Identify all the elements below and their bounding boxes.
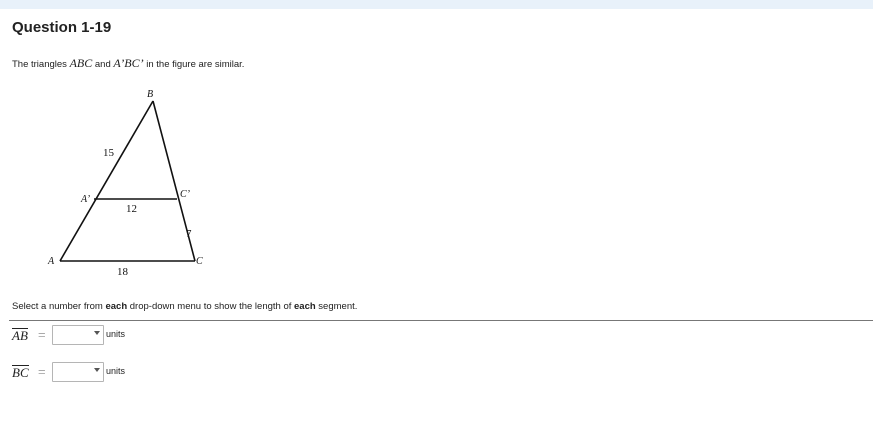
units-label: units xyxy=(106,366,126,376)
length-a-prime-c-prime: 12 xyxy=(126,203,137,215)
equals-sign: = xyxy=(38,327,46,342)
equals-sign: = xyxy=(38,364,46,379)
length-a-c: 18 xyxy=(117,266,129,278)
vertex-b-label: B xyxy=(147,89,153,100)
chevron-down-icon xyxy=(94,331,100,335)
instruction-text: Select a number from each drop-down menu… xyxy=(12,301,358,312)
chevron-down-icon xyxy=(94,368,100,372)
units-label: units xyxy=(106,329,126,339)
divider xyxy=(9,320,873,321)
bc-length-dropdown[interactable] xyxy=(52,362,104,382)
vertex-c-prime-label: C’ xyxy=(180,189,191,200)
length-b-a-prime: 15 xyxy=(103,147,115,159)
side-ab xyxy=(59,100,154,262)
similar-triangles-figure: B A’ C’ A C 15 12 7 18 xyxy=(47,89,203,278)
vertex-a-prime-label: A’ xyxy=(80,194,91,205)
length-c-prime-c: 7 xyxy=(186,228,192,240)
segment-ab-label: AB xyxy=(12,328,28,343)
ab-length-dropdown[interactable] xyxy=(52,325,104,345)
vertex-c-label: C xyxy=(196,256,203,267)
segment-bc-label: BC xyxy=(12,365,29,380)
vertex-a-label: A xyxy=(47,256,55,267)
